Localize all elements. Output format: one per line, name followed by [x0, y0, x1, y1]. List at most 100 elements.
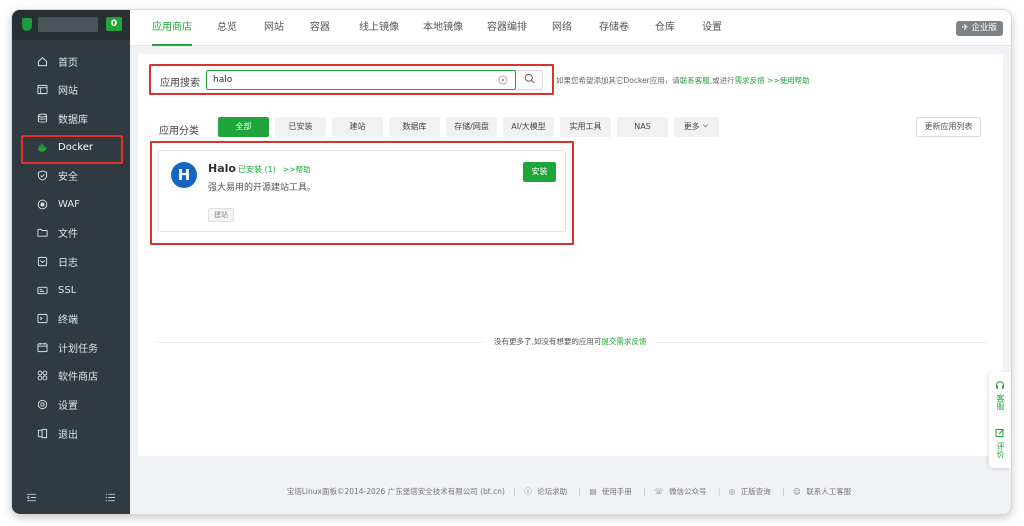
forum-link[interactable]: ⓘ 论坛求助 [524, 487, 570, 496]
human-support-link[interactable]: ☺ 联系人工客服 [793, 487, 854, 496]
sidebar-item-label: 安全 [58, 172, 78, 184]
sidebar-item-cron[interactable]: 计划任务 [12, 333, 130, 362]
store-icon [37, 370, 48, 381]
sidebar: 0 首页 网站 数据库 Docker 安全 WAF 文件 日志 SSL 终端 计… [12, 10, 130, 514]
headset-icon [995, 380, 1005, 394]
edit-icon [995, 428, 1005, 442]
sidebar-item-security[interactable]: 安全 [12, 161, 130, 190]
sidebar-item-label: 首页 [58, 57, 78, 69]
enterprise-badge[interactable]: ✈ 企业版 [955, 21, 1003, 36]
rocket-icon: ✈ [961, 23, 972, 33]
human-support-label: 联系人工客服 [806, 487, 852, 496]
category-database[interactable]: 数据库 [389, 117, 440, 137]
submit-request-link[interactable]: 提交需求反馈 [601, 337, 646, 346]
sidebar-item-settings[interactable]: 设置 [12, 390, 130, 419]
notification-badge[interactable]: 0 [106, 17, 122, 31]
sidebar-item-logs[interactable]: 日志 [12, 247, 130, 276]
folder-icon [37, 227, 48, 238]
footer-separator: | [782, 487, 785, 496]
tab-registry[interactable]: 仓库 [655, 10, 675, 46]
customer-service-label: 客服 [996, 394, 1005, 410]
category-installed[interactable]: 已安装 [275, 117, 326, 137]
sidebar-item-label: 网站 [58, 86, 78, 98]
tab-app-store[interactable]: 应用商店 [152, 10, 192, 46]
app-help-link[interactable]: >>帮助 [283, 164, 311, 175]
tab-settings[interactable]: 设置 [702, 10, 722, 46]
gear-icon [37, 399, 48, 410]
wechat-link-label: 微信公众号 [668, 487, 707, 496]
brand-bar: 0 [12, 10, 130, 40]
contact-support-link[interactable]: 联系客服 [680, 76, 710, 85]
tab-website[interactable]: 网站 [264, 10, 284, 46]
usage-help-link[interactable]: >>使用帮助 [767, 76, 810, 85]
search-icon [524, 73, 535, 87]
sidebar-item-label: SSL [58, 284, 77, 296]
category-website[interactable]: 建站 [332, 117, 383, 137]
sidebar-item-database[interactable]: 数据库 [12, 104, 130, 133]
customer-service-button[interactable]: 客服 [989, 380, 1011, 410]
installed-count-link[interactable]: 已安装 (1) [238, 164, 276, 175]
top-tab-bar: 应用商店 总览 网站 容器 线上镜像 本地镜像 容器编排 网络 存储卷 仓库 设… [130, 10, 1011, 46]
home-icon [37, 56, 48, 67]
tab-network[interactable]: 网络 [552, 10, 572, 46]
sidebar-item-waf[interactable]: WAF [12, 190, 130, 219]
sidebar-item-logout[interactable]: 退出 [12, 419, 130, 448]
category-all[interactable]: 全部 [218, 117, 269, 137]
search-label: 应用搜索 [160, 78, 200, 89]
sidebar-nav: 首页 网站 数据库 Docker 安全 WAF 文件 日志 SSL 终端 计划任… [12, 47, 130, 447]
sidebar-item-ssl[interactable]: SSL [12, 276, 130, 305]
feedback-link[interactable]: 需求反馈 [735, 76, 765, 85]
clear-search-icon[interactable] [498, 75, 508, 85]
sidebar-item-terminal[interactable]: 终端 [12, 304, 130, 333]
category-more[interactable]: 更多 [674, 117, 719, 137]
refresh-app-list-button[interactable]: 更新应用列表 [916, 117, 981, 137]
sidebar-item-store[interactable]: 软件商店 [12, 362, 130, 391]
page-footer: 宝塔Linux面板©2014-2026 广东堡塔安全技术有限公司 (bt.cn)… [130, 486, 1011, 500]
sidebar-item-label: 终端 [58, 315, 78, 327]
install-button[interactable]: 安装 [523, 162, 556, 182]
tab-online-images[interactable]: 线上镜像 [359, 10, 399, 46]
sidebar-item-website[interactable]: 网站 [12, 76, 130, 105]
brand-logo-icon [22, 18, 32, 31]
tab-local-images[interactable]: 本地镜像 [423, 10, 463, 46]
category-tools[interactable]: 实用工具 [560, 117, 611, 137]
logout-icon [37, 428, 48, 439]
log-icon [37, 256, 48, 267]
no-more-text: 没有更多了,如没有想要的应用可 [494, 337, 602, 346]
review-button[interactable]: 评价 [989, 428, 1011, 458]
footer-separator: | [578, 487, 582, 496]
docker-icon [37, 142, 48, 153]
sidebar-item-home[interactable]: 首页 [12, 47, 130, 76]
terminal-icon [37, 313, 48, 324]
category-storage[interactable]: 存储/网盘 [446, 117, 497, 137]
app-card-halo: H Halo 已安装 (1) >>帮助 强大易用的开源建站工具。 建站 安装 [158, 150, 566, 232]
manual-link-label: 使用手册 [601, 487, 632, 496]
license-check-link[interactable]: ◎ 正版查询 [729, 487, 774, 496]
search-input[interactable] [213, 73, 483, 87]
license-check-label: 正版查询 [740, 487, 771, 496]
tab-volumes[interactable]: 存储卷 [599, 10, 629, 46]
sidebar-item-docker[interactable]: Docker [12, 133, 130, 164]
tab-compose[interactable]: 容器编排 [487, 10, 527, 46]
category-ai[interactable]: AI/大模型 [503, 117, 554, 137]
sidebar-item-label: 软件商店 [58, 372, 98, 384]
sidebar-item-label: WAF [58, 198, 80, 210]
category-nas[interactable]: NAS [617, 117, 668, 137]
menu-list-icon[interactable] [105, 492, 116, 506]
wechat-link[interactable]: ☏ 微信公众号 [654, 487, 709, 496]
sidebar-item-files[interactable]: 文件 [12, 219, 130, 248]
tab-overview[interactable]: 总览 [217, 10, 237, 46]
calendar-icon [37, 342, 48, 353]
sidebar-item-label: 计划任务 [58, 343, 98, 355]
collapse-sidebar-icon[interactable] [26, 492, 37, 506]
tab-containers[interactable]: 容器 [310, 10, 330, 46]
sidebar-footer [12, 484, 130, 514]
search-button[interactable] [516, 70, 543, 90]
manual-link[interactable]: ▤ 使用手册 [589, 487, 634, 496]
app-store-panel: 应用搜索 如果您希望添加其它Docker应用，请联系客服,或进行需求反馈 >>使… [138, 54, 1003, 456]
sidebar-item-label: 数据库 [58, 114, 88, 126]
floating-side-panel: 客服 评价 [989, 372, 1011, 468]
app-window: 0 首页 网站 数据库 Docker 安全 WAF 文件 日志 SSL 终端 计… [12, 10, 1011, 514]
halo-logo-icon: H [171, 162, 197, 188]
website-icon [37, 84, 48, 95]
